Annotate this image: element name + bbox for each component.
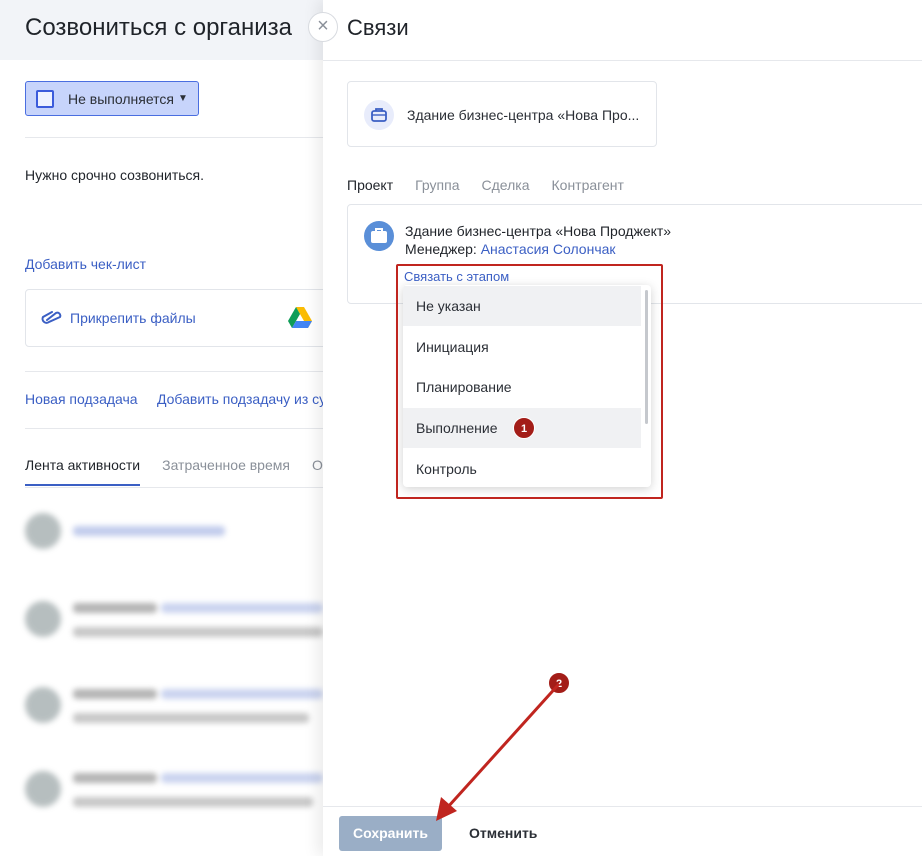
annotation-badge: 1	[513, 417, 535, 439]
divider	[323, 60, 922, 61]
close-panel-button[interactable]: ×	[308, 12, 338, 42]
divider	[25, 487, 323, 488]
divider	[25, 137, 323, 138]
briefcase-icon	[364, 100, 394, 130]
blurred-activity-item	[25, 687, 323, 727]
linked-entity-card[interactable]: Здание бизнес-центра «Нова Про...	[347, 81, 657, 147]
tab-project[interactable]: Проект	[347, 177, 393, 193]
divider	[25, 428, 323, 429]
attach-files-box[interactable]: Прикрепить файлы	[25, 289, 345, 347]
blurred-comment-input	[25, 513, 323, 553]
google-drive-icon[interactable]	[288, 307, 312, 329]
divider	[25, 371, 323, 372]
tab-activity-feed[interactable]: Лента активности	[25, 457, 141, 486]
panel-title: Связи	[347, 15, 409, 40]
linked-entity-name: Здание бизнес-центра «Нова Про...	[407, 107, 640, 123]
paperclip-icon	[41, 311, 62, 324]
project-briefcase-icon	[364, 221, 394, 251]
new-subtask-link[interactable]: Новая подзадача	[25, 391, 138, 407]
blurred-activity-item	[25, 771, 323, 811]
status-checkbox-icon[interactable]	[36, 89, 54, 108]
chevron-down-icon: ▼	[177, 93, 188, 104]
tab-time-spent[interactable]: Затраченное время	[162, 457, 290, 486]
project-manager: Менеджер: Анастасия Солончак	[405, 241, 616, 257]
add-subtask-from-link[interactable]: Добавить подзадачу из су	[157, 391, 326, 407]
avatar	[25, 513, 61, 549]
annotation-highlight-box	[396, 264, 663, 499]
blurred-activity-item	[25, 601, 323, 641]
status-label: Не выполняется	[68, 90, 174, 107]
tab-counterparty[interactable]: Контрагент	[552, 177, 624, 193]
tab-deal[interactable]: Сделка	[482, 177, 530, 193]
entity-type-tabs: Проект Группа Сделка Контрагент	[347, 177, 624, 193]
cancel-button[interactable]: Отменить	[469, 825, 537, 841]
add-checklist-link[interactable]: Добавить чек-лист	[25, 256, 146, 272]
project-name: Здание бизнес-центра «Нова Проджект»	[405, 223, 672, 239]
task-description: Нужно срочно созвониться.	[25, 167, 205, 183]
save-button[interactable]: Сохранить	[339, 816, 442, 851]
manager-label: Менеджер:	[405, 241, 477, 257]
tab-group[interactable]: Группа	[415, 177, 459, 193]
close-icon: ×	[317, 15, 329, 37]
avatar	[25, 687, 61, 723]
avatar	[25, 771, 61, 807]
activity-tabs: Лента активности Затраченное время От	[25, 457, 329, 486]
manager-link[interactable]: Анастасия Солончак	[481, 241, 616, 257]
task-title: Созвониться с организа	[25, 14, 293, 41]
attach-files-label: Прикрепить файлы	[70, 310, 196, 326]
panel-footer: Сохранить Отменить	[323, 806, 922, 856]
avatar	[25, 601, 61, 637]
annotation-badge: 2	[548, 672, 570, 694]
status-dropdown-button[interactable]: Не выполняется ▼	[25, 81, 199, 116]
